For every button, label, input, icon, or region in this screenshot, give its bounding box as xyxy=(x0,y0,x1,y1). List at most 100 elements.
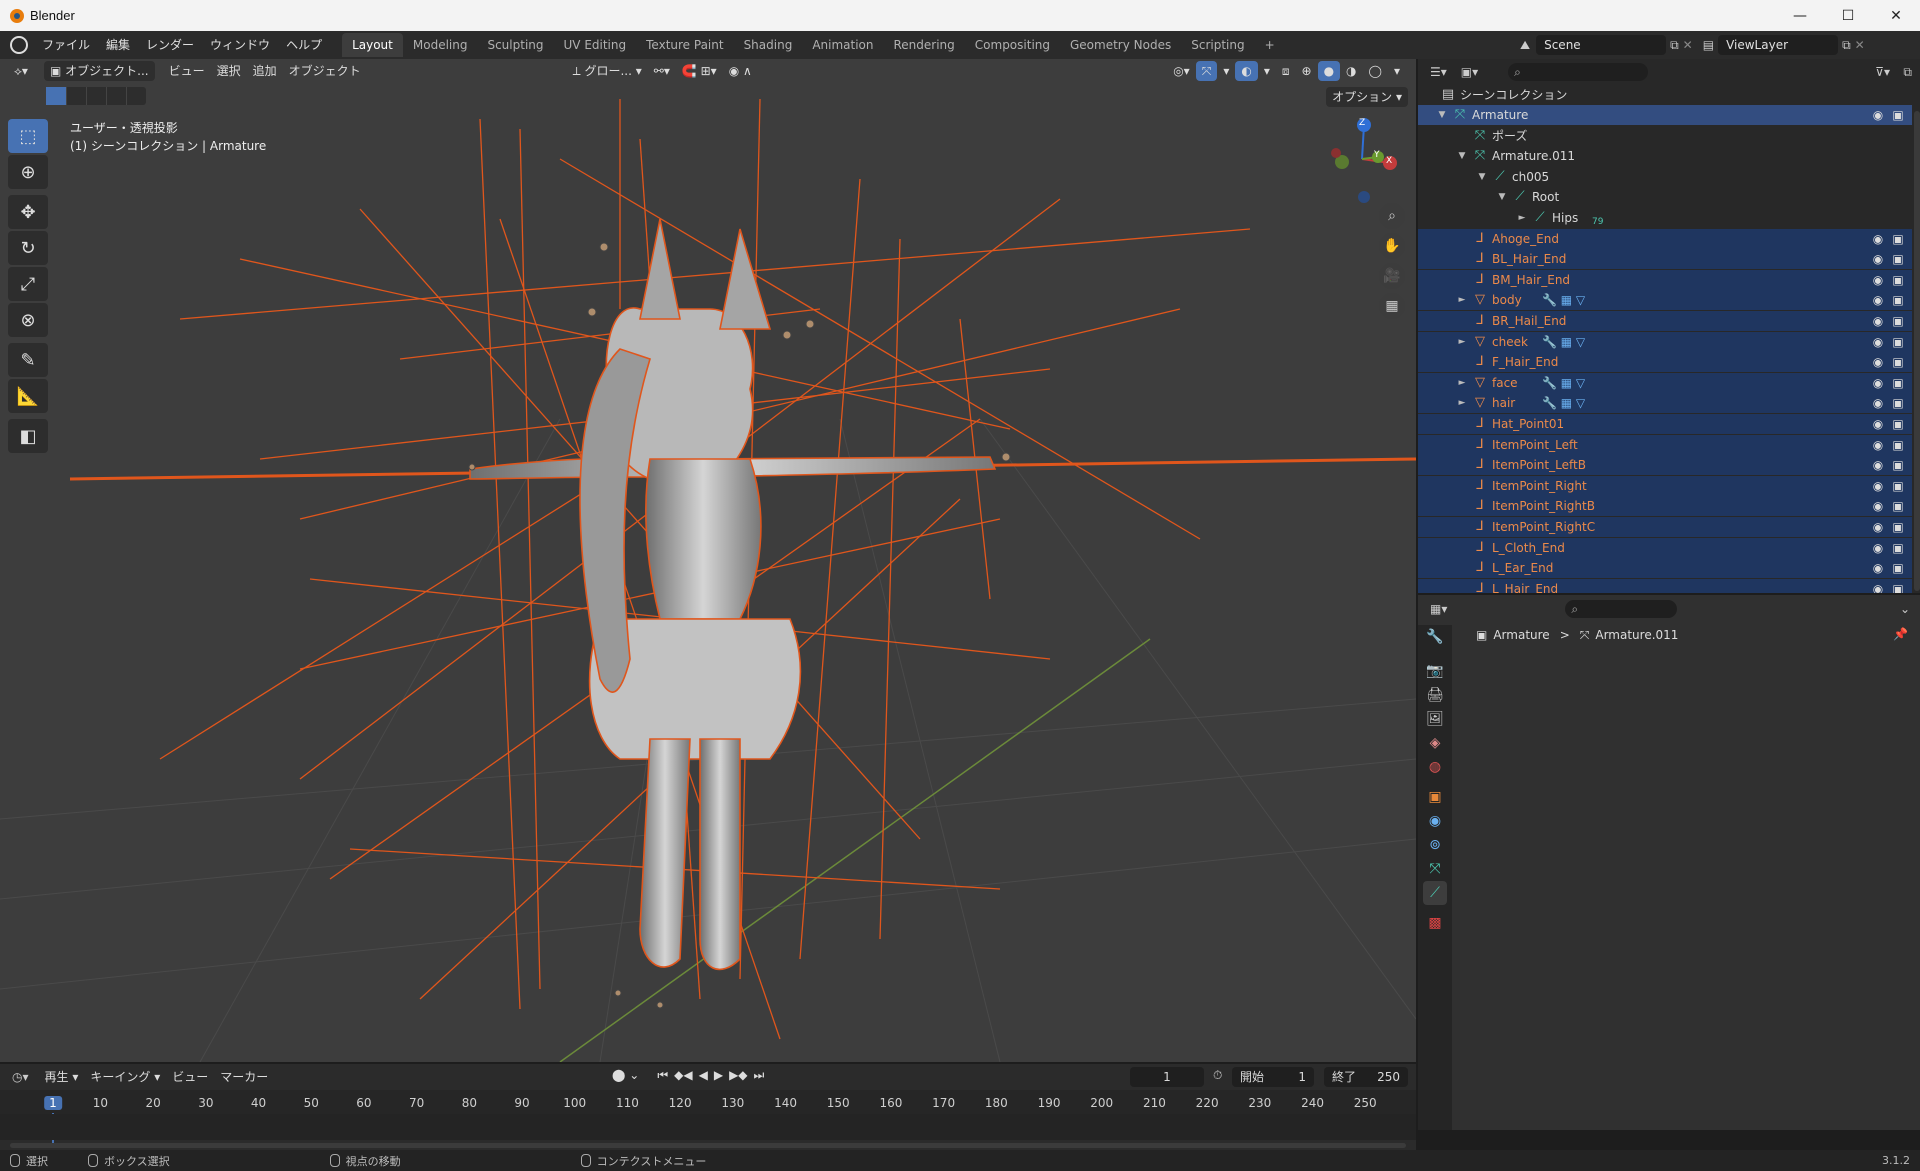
cursor-tool[interactable]: ⊕ xyxy=(8,155,48,189)
tab-modeling[interactable]: Modeling xyxy=(403,33,478,57)
properties-search-field[interactable]: ⌕ xyxy=(1565,600,1678,618)
outliner-row[interactable]: ⅃ L_Hair_End ◉ ▣ xyxy=(1418,578,1912,593)
menu-marker[interactable]: マーカー xyxy=(214,1067,274,1087)
editor-type-icon[interactable]: ⟡▾ xyxy=(8,61,34,81)
outliner-row[interactable]: ⤧ ポーズ xyxy=(1418,126,1912,146)
menu-help[interactable]: ヘルプ xyxy=(278,31,330,59)
menu-edit[interactable]: 編集 xyxy=(98,31,138,59)
physics-tab-icon[interactable]: ◉ xyxy=(1423,809,1447,833)
select-box-tool[interactable]: ⬚ xyxy=(8,119,48,153)
visibility-eye-icon[interactable]: ◉ xyxy=(1870,455,1886,475)
visibility-icon[interactable]: ◎▾ xyxy=(1167,61,1196,81)
menu-window[interactable]: ウィンドウ xyxy=(202,31,278,59)
outliner-row[interactable]: ▼ ⟋ ch005 xyxy=(1418,167,1912,187)
outliner-row[interactable]: ⅃ L_Ear_End ◉ ▣ xyxy=(1418,558,1912,579)
visibility-eye-icon[interactable]: ◉ xyxy=(1870,311,1886,331)
menu-playback[interactable]: 再生 ▾ xyxy=(39,1067,85,1087)
render-camera-icon[interactable]: ▣ xyxy=(1890,496,1906,516)
add-cube-tool[interactable]: ◧ xyxy=(8,419,48,453)
render-camera-icon[interactable]: ▣ xyxy=(1890,352,1906,372)
timeline-scrollbar[interactable] xyxy=(10,1143,1406,1148)
tab-animation[interactable]: Animation xyxy=(802,33,883,57)
outliner-row[interactable]: ► ⟋ Hips 79 xyxy=(1418,208,1912,228)
visibility-eye-icon[interactable]: ◉ xyxy=(1870,352,1886,372)
render-camera-icon[interactable]: ▣ xyxy=(1890,229,1906,249)
render-camera-icon[interactable]: ▣ xyxy=(1890,414,1906,434)
collapse-icon[interactable]: ⌄ xyxy=(1900,602,1910,616)
current-frame-field[interactable]: 1 xyxy=(1130,1067,1204,1087)
prev-keyframe-icon[interactable]: ◆◀ xyxy=(674,1068,692,1083)
visibility-eye-icon[interactable]: ◉ xyxy=(1870,393,1886,413)
outliner-row[interactable]: ► ▽ face 🔧 ▦ ▽ ◉ ▣ xyxy=(1418,372,1912,393)
expand-arrow-icon[interactable]: ► xyxy=(1456,290,1468,310)
outliner-row[interactable]: ⅃ BL_Hair_End ◉ ▣ xyxy=(1418,249,1912,270)
visibility-eye-icon[interactable]: ◉ xyxy=(1870,332,1886,352)
pin-icon[interactable]: 📌 xyxy=(1893,627,1908,641)
tab-compositing[interactable]: Compositing xyxy=(965,33,1060,57)
add-workspace-button[interactable]: + xyxy=(1255,33,1285,57)
modifier-icons[interactable]: 🔧 ▦ ▽ xyxy=(1542,290,1585,310)
move-tool[interactable]: ✥ xyxy=(8,195,48,229)
render-camera-icon[interactable]: ▣ xyxy=(1890,435,1906,455)
visibility-eye-icon[interactable]: ◉ xyxy=(1870,414,1886,434)
outliner-row[interactable]: ▼ ⤧ Armature ◉ ▣ xyxy=(1418,105,1912,125)
scene-selector[interactable]: Scene xyxy=(1536,35,1667,55)
filter-icon[interactable]: ⊽▾ xyxy=(1875,65,1890,79)
visibility-eye-icon[interactable]: ◉ xyxy=(1870,517,1886,537)
menu-render[interactable]: レンダー xyxy=(138,31,202,59)
outliner-scrollbar[interactable] xyxy=(1914,111,1920,591)
scene-icon[interactable]: ⛰ xyxy=(1520,38,1530,53)
visibility-eye-icon[interactable]: ◉ xyxy=(1870,229,1886,249)
shading-material-icon[interactable]: ◑ xyxy=(1340,61,1362,81)
new-scene-icon[interactable]: ⧉ xyxy=(1670,38,1679,53)
outliner-row[interactable]: ⅃ ItemPoint_RightC ◉ ▣ xyxy=(1418,517,1912,537)
pivot-icon[interactable]: ⚯▾ xyxy=(648,61,676,81)
menu-keying[interactable]: キーイング ▾ xyxy=(84,1067,166,1087)
delete-view-layer-icon[interactable]: ✕ xyxy=(1855,38,1865,52)
scene-tab-icon[interactable]: ◈ xyxy=(1423,731,1447,755)
select-invert-icon[interactable] xyxy=(106,87,126,105)
select-extend-icon[interactable] xyxy=(66,87,86,105)
tab-scripting[interactable]: Scripting xyxy=(1181,33,1254,57)
armature-data-tab-icon[interactable]: ⤧ xyxy=(1423,857,1447,881)
ortho-grid-icon[interactable]: ▦ xyxy=(1379,293,1405,319)
render-camera-icon[interactable]: ▣ xyxy=(1890,290,1906,310)
snap-icon[interactable]: 🧲 ⊞▾ xyxy=(676,61,723,81)
options-dropdown[interactable]: オプション ▾ xyxy=(1326,87,1408,107)
transform-tool[interactable]: ⊗ xyxy=(8,303,48,337)
outliner-row[interactable]: ⅃ ItemPoint_RightB ◉ ▣ xyxy=(1418,496,1912,517)
maximize-button[interactable]: ☐ xyxy=(1824,0,1872,31)
camera-view-icon[interactable]: 🎥 xyxy=(1379,263,1405,289)
outliner-row[interactable]: ⅃ ItemPoint_Left ◉ ▣ xyxy=(1418,434,1912,455)
tool-tab-icon[interactable]: 🔧 xyxy=(1423,625,1447,649)
shading-solid-icon[interactable]: ● xyxy=(1317,61,1341,81)
render-camera-icon[interactable]: ▣ xyxy=(1890,105,1906,125)
shading-rendered-icon[interactable]: ◯ xyxy=(1363,61,1388,81)
rotate-tool[interactable]: ↻ xyxy=(8,231,48,265)
viewport-scene[interactable] xyxy=(0,59,1416,1062)
display-mode-icon[interactable]: ▣▾ xyxy=(1461,65,1478,79)
collapse-arrow-icon[interactable]: ▼ xyxy=(1456,146,1468,166)
measure-tool[interactable]: 📐 xyxy=(8,379,48,413)
gizmo-dropdown-icon[interactable]: ▾ xyxy=(1217,61,1235,81)
shading-wireframe-icon[interactable]: ⊕ xyxy=(1296,61,1318,81)
expand-arrow-icon[interactable]: ► xyxy=(1456,393,1468,413)
tab-texture-paint[interactable]: Texture Paint xyxy=(636,33,733,57)
collapse-arrow-icon[interactable]: ▼ xyxy=(1436,105,1448,125)
outliner-row[interactable]: ⅃ BM_Hair_End ◉ ▣ xyxy=(1418,269,1912,290)
play-reverse-icon[interactable]: ◀ xyxy=(699,1068,708,1083)
outliner-row[interactable]: ⅃ ItemPoint_Right ◉ ▣ xyxy=(1418,475,1912,496)
render-camera-icon[interactable]: ▣ xyxy=(1890,476,1906,496)
outliner-row[interactable]: ► ▽ body 🔧 ▦ ▽ ◉ ▣ xyxy=(1418,290,1912,311)
tab-rendering[interactable]: Rendering xyxy=(884,33,965,57)
outliner-row[interactable]: ⅃ BR_Hail_End ◉ ▣ xyxy=(1418,311,1912,331)
proportional-edit-icon[interactable]: ◉ ∧ xyxy=(723,61,758,81)
visibility-eye-icon[interactable]: ◉ xyxy=(1870,579,1886,593)
bone-tab-icon[interactable]: ⟋ xyxy=(1423,881,1447,905)
render-camera-icon[interactable]: ▣ xyxy=(1890,373,1906,393)
texture-tab-icon[interactable]: ▩ xyxy=(1423,911,1447,935)
menu-file[interactable]: ファイル xyxy=(34,31,98,59)
view-layer-tab-icon[interactable]: 🖼 xyxy=(1423,707,1447,731)
next-keyframe-icon[interactable]: ▶◆ xyxy=(729,1068,747,1083)
outliner-search-field[interactable]: ⌕ xyxy=(1508,63,1649,81)
